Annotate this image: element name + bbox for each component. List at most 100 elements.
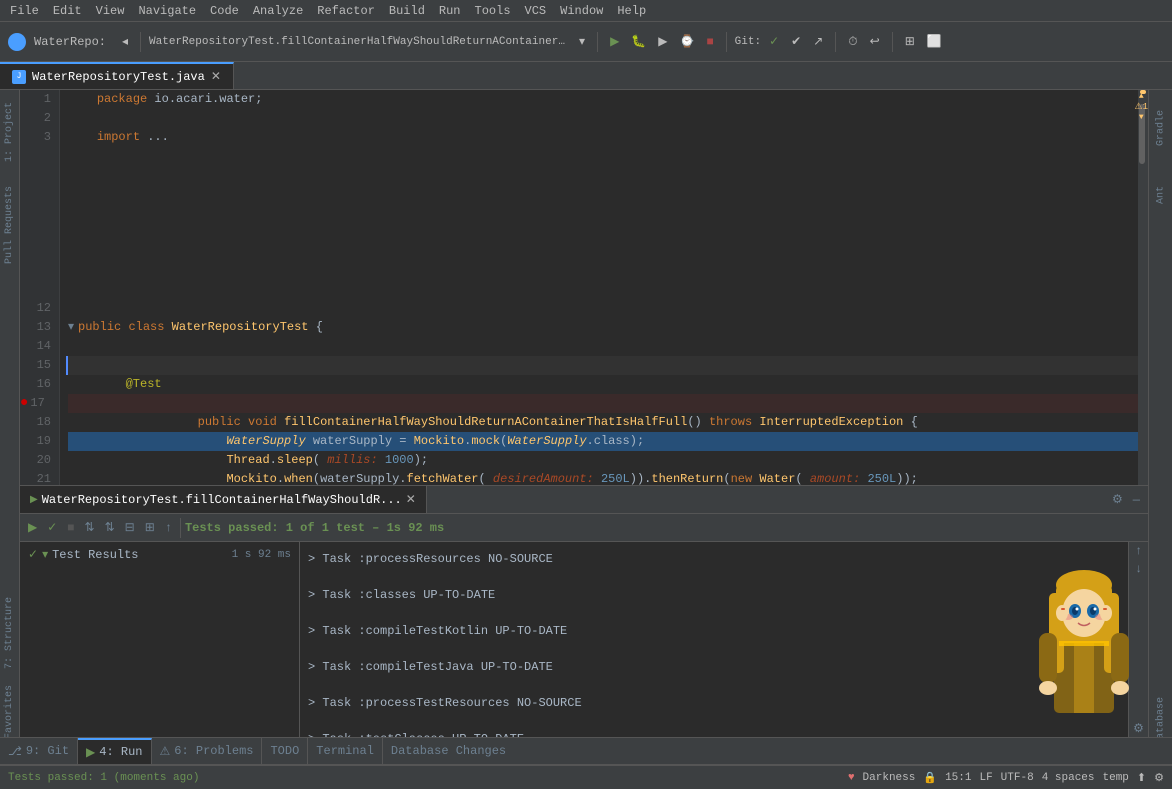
structure-btn[interactable]: ⊞	[901, 32, 919, 51]
code-line-8	[68, 223, 1148, 242]
undo-btn[interactable]: ↩	[866, 32, 884, 51]
menu-edit[interactable]: Edit	[47, 2, 88, 20]
code-line-17: public void fillContainerHalfWayShouldRe…	[68, 394, 1148, 413]
output-line-1: > Task :processResources NO-SOURCE	[308, 550, 1120, 568]
editor-tab-main[interactable]: J WaterRepositoryTest.java ✕	[0, 62, 234, 89]
tab-filename: WaterRepositoryTest.java	[32, 70, 205, 84]
run-tab-main[interactable]: ▶ WaterRepositoryTest.fillContainerHalfW…	[20, 486, 427, 513]
output-settings-btn[interactable]: ⚙	[1129, 719, 1148, 738]
menu-vcs[interactable]: VCS	[519, 2, 553, 20]
git-check-btn[interactable]: ✓	[765, 32, 783, 51]
bottom-tab-db[interactable]: Database Changes	[383, 738, 514, 764]
sidebar-item-pull-requests[interactable]: Pull Requests	[4, 182, 15, 268]
window-btn[interactable]: ⬜	[923, 32, 946, 51]
code-editor[interactable]: 1 2 3 12 13 14 15 16 ●17 18 19 20	[20, 90, 1148, 485]
status-position[interactable]: 15:1	[945, 772, 971, 784]
code-line-4	[68, 147, 1148, 166]
menu-view[interactable]: View	[90, 2, 131, 20]
dropdown-arrow-btn[interactable]: ▾	[575, 32, 589, 51]
run-rerun-fail-btn[interactable]: ⇅	[101, 518, 119, 537]
code-line-7	[68, 204, 1148, 223]
line-numbers: 1 2 3 12 13 14 15 16 ●17 18 19 20	[20, 90, 60, 485]
project-name[interactable]: WaterRepo:	[34, 35, 106, 49]
status-plugin[interactable]: temp	[1103, 772, 1129, 784]
menu-code[interactable]: Code	[204, 2, 245, 20]
menu-tools[interactable]: Tools	[469, 2, 517, 20]
run-play-btn[interactable]: ▶	[24, 518, 41, 537]
divider-3	[726, 32, 727, 52]
todo-label: TODO	[270, 744, 299, 758]
status-right: ♥ Darkness 🔒 15:1 LF UTF-8 4 spaces temp…	[848, 771, 1164, 785]
main-toolbar: WaterRepo: ◂ WaterRepositoryTest.fillCon…	[0, 22, 1172, 62]
debug-btn[interactable]: 🐛	[627, 32, 650, 51]
code-line-2	[68, 109, 1148, 128]
run-icon: ▶	[30, 494, 38, 506]
bottom-tab-git[interactable]: ⎇ 9: Git	[0, 738, 78, 764]
code-line-12	[68, 299, 1148, 318]
editor-tab-bar: J WaterRepositoryTest.java ✕	[0, 62, 1172, 90]
code-line-1: package io.acari.water;	[68, 90, 1148, 109]
menu-help[interactable]: Help	[611, 2, 652, 20]
settings-icon[interactable]: ⚙	[1108, 490, 1127, 509]
code-line-10	[68, 261, 1148, 280]
run-expand-btn[interactable]: ⊞	[141, 518, 159, 537]
run-tab-bar: ▶ WaterRepositoryTest.fillContainerHalfW…	[20, 486, 1148, 514]
code-line-9	[68, 242, 1148, 261]
status-theme[interactable]: Darkness	[863, 772, 916, 784]
menu-file[interactable]: File	[4, 2, 45, 20]
test-expand-icon[interactable]: ▾	[42, 547, 48, 562]
git-push-btn[interactable]: ↗	[809, 32, 827, 51]
git-label: 9: Git	[26, 744, 69, 758]
git-commit-btn[interactable]: ✔	[787, 32, 805, 51]
run-rerun-btn[interactable]: ⇅	[81, 518, 99, 537]
minimize-icon[interactable]: —	[1129, 491, 1144, 509]
run-tab-icon: ▶	[86, 745, 95, 760]
menu-build[interactable]: Build	[383, 2, 431, 20]
run-config-label: WaterRepositoryTest.fillContainerHalfWay…	[149, 36, 569, 48]
stop-btn[interactable]: ■	[702, 33, 717, 51]
run-check-btn[interactable]: ✓	[43, 518, 61, 537]
code-lines[interactable]: ▶ package io.acari.water; import ...	[60, 90, 1148, 485]
run-toggle-tree-btn[interactable]: ⊟	[121, 518, 139, 537]
code-line-16: @Test	[68, 375, 1148, 394]
app-logo	[8, 33, 26, 51]
scroll-up-btn[interactable]: ↑	[1129, 542, 1148, 560]
editor-scrollbar[interactable]: ▲ ⚠1 ▼	[1138, 90, 1148, 485]
status-expand-icon[interactable]: ⬆	[1137, 771, 1146, 785]
history-btn[interactable]: ⏱	[844, 33, 861, 51]
back-btn[interactable]: ◂	[118, 32, 132, 51]
sidebar-item-project[interactable]: 1: Project	[4, 98, 15, 166]
output-line-2: > Task :classes UP-TO-DATE	[308, 586, 1120, 604]
bottom-tab-todo[interactable]: TODO	[262, 738, 308, 764]
menu-window[interactable]: Window	[554, 2, 609, 20]
test-output: > Task :processResources NO-SOURCE > Tas…	[300, 542, 1128, 757]
menu-run[interactable]: Run	[433, 2, 467, 20]
run-stop-btn[interactable]: ■	[63, 519, 78, 537]
close-tab-icon[interactable]: ✕	[211, 69, 221, 84]
scroll-down-btn[interactable]: ↓	[1129, 560, 1148, 578]
status-line-ending[interactable]: LF	[979, 772, 992, 784]
sidebar-tab-gradle[interactable]: Gradle	[1149, 90, 1172, 166]
coverage-btn[interactable]: ▶	[654, 32, 671, 51]
terminal-label: Terminal	[316, 744, 374, 758]
profile-btn[interactable]: ⌚	[676, 32, 699, 51]
menu-navigate[interactable]: Navigate	[132, 2, 202, 20]
sidebar-tab-ant[interactable]: Ant	[1149, 166, 1172, 224]
status-settings-icon[interactable]: ⚙	[1154, 771, 1164, 785]
bottom-tab-terminal[interactable]: Terminal	[308, 738, 383, 764]
run-up-btn[interactable]: ↑	[161, 519, 176, 537]
bottom-tab-run[interactable]: ▶ 4: Run	[78, 738, 151, 764]
status-indent[interactable]: 4 spaces	[1042, 772, 1095, 784]
bottom-tab-bar: ⎇ 9: Git ▶ 4: Run ⚠ 6: Problems TODO Ter…	[0, 737, 1172, 765]
output-line-5: > Task :processTestResources NO-SOURCE	[308, 694, 1120, 712]
menu-refactor[interactable]: Refactor	[311, 2, 381, 20]
bottom-tab-problems[interactable]: ⚠ 6: Problems	[152, 738, 263, 764]
status-tests-passed: Tests passed: 1 (moments ago)	[8, 772, 199, 784]
run-status-text: Tests passed: 1 of 1 test – 1s 92 ms	[185, 521, 444, 535]
status-encoding[interactable]: UTF-8	[1001, 772, 1034, 784]
menu-analyze[interactable]: Analyze	[247, 2, 309, 20]
run-btn[interactable]: ▶	[606, 32, 623, 51]
test-result-root[interactable]: ✓ ▾ Test Results 1 s 92 ms	[24, 546, 295, 563]
close-run-tab-icon[interactable]: ✕	[406, 492, 416, 507]
sidebar-item-structure[interactable]: 7: Structure	[4, 593, 15, 673]
